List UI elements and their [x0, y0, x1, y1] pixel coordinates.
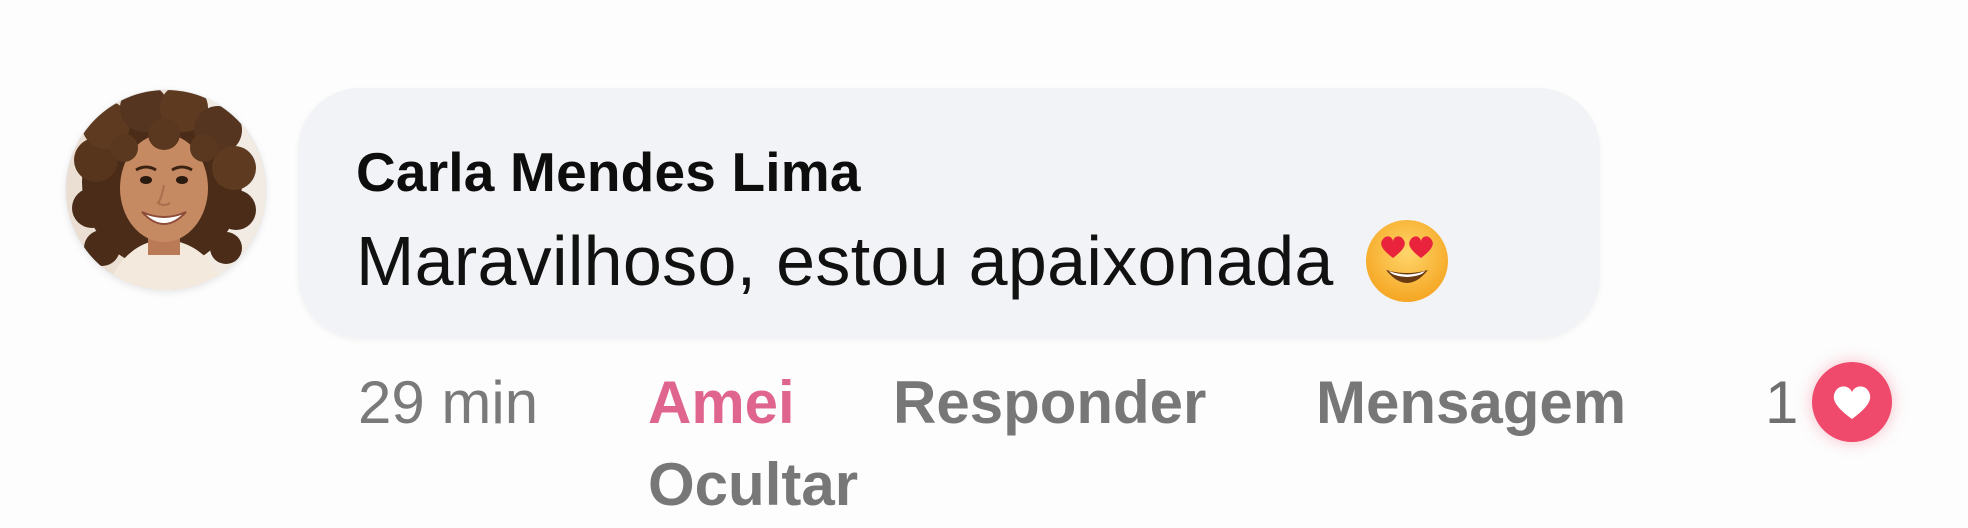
comment-bubble: Carla Mendes Lima Maravilhoso, estou apa… [298, 88, 1600, 338]
author-name[interactable]: Carla Mendes Lima [356, 140, 861, 204]
reaction-count: 1 [1765, 368, 1799, 436]
hide-button[interactable]: Ocultar [648, 450, 858, 519]
comment-body: Maravilhoso, estou apaixonada [356, 218, 1450, 304]
avatar[interactable] [66, 90, 266, 290]
avatar-photo [66, 90, 266, 290]
comment: Carla Mendes Lima Maravilhoso, estou apa… [0, 0, 1968, 528]
comment-text: Maravilhoso, estou apaixonada [356, 222, 1334, 300]
heart-eyes-emoji-icon [1364, 218, 1450, 304]
reply-button[interactable]: Responder [893, 368, 1206, 437]
message-button[interactable]: Mensagem [1316, 368, 1626, 437]
love-button[interactable]: Amei [648, 368, 795, 437]
reaction-summary[interactable]: 1 [1765, 362, 1893, 442]
heart-icon [1812, 362, 1893, 442]
comment-time: 29 min [358, 369, 539, 436]
